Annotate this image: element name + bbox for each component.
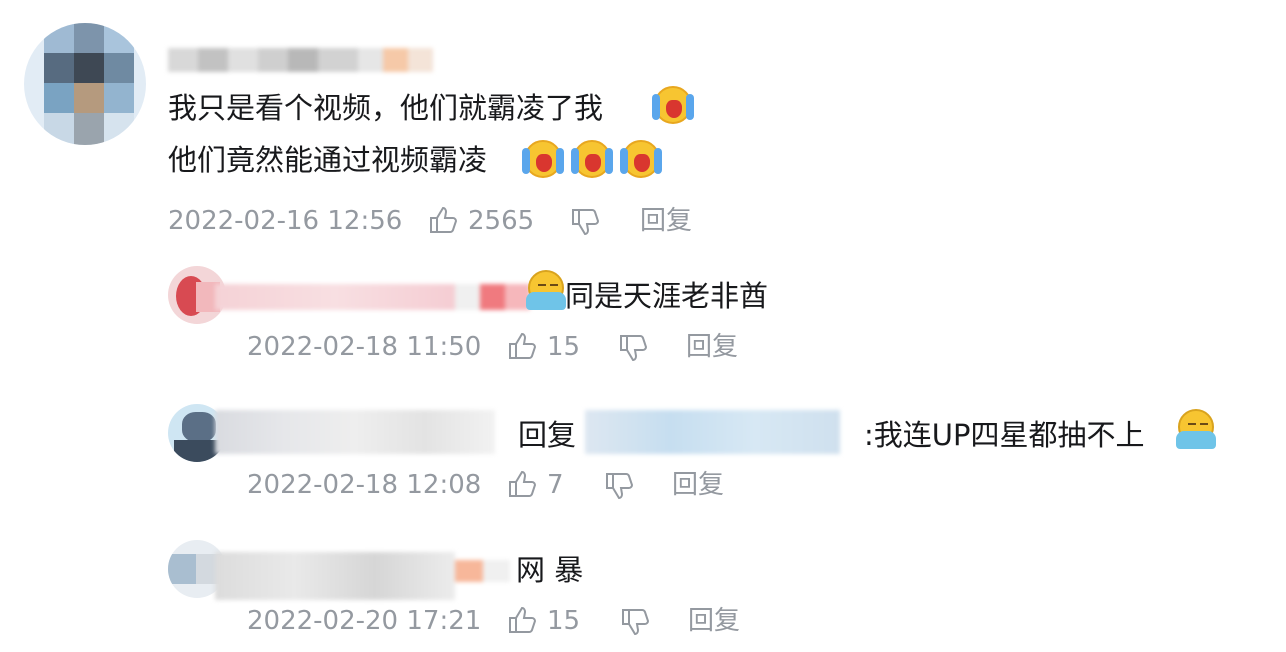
like-count: 7	[547, 470, 564, 500]
username-blurred[interactable]	[215, 552, 510, 600]
username-blurred[interactable]	[215, 284, 530, 310]
comment-time: 2022-02-20 17:21	[247, 606, 482, 636]
reply-prefix: 回复	[518, 418, 577, 452]
reply-button[interactable]: 回复	[688, 608, 740, 634]
comment-time: 2022-02-16 12:56	[168, 206, 403, 236]
comment-text: 同是天涯老非酋	[565, 279, 769, 313]
thumbs-up-icon[interactable]	[428, 206, 458, 234]
thumbs-up-icon[interactable]	[507, 332, 537, 360]
comment-text: :我连UP四星都抽不上	[864, 418, 1145, 452]
comment-time: 2022-02-18 12:08	[247, 470, 482, 500]
embarrassed-emoji-icon	[1176, 409, 1216, 449]
thumbs-down-icon[interactable]	[570, 208, 600, 236]
username-blurred[interactable]	[215, 410, 495, 454]
comment-time: 2022-02-18 11:50	[247, 332, 482, 362]
reply-button[interactable]: 回复	[640, 208, 692, 234]
reply-button[interactable]: 回复	[672, 472, 724, 498]
crying-emoji-icon	[522, 140, 564, 178]
crying-emoji-icon	[652, 86, 694, 124]
username-blurred[interactable]	[168, 48, 433, 72]
crying-emoji-icon	[620, 140, 662, 178]
comment-text: 网 暴	[516, 553, 584, 587]
thumbs-up-icon[interactable]	[507, 606, 537, 634]
embarrassed-emoji-icon	[526, 270, 566, 310]
thumbs-down-icon[interactable]	[604, 472, 634, 500]
reply-target-blurred[interactable]	[585, 410, 840, 454]
avatar[interactable]	[24, 23, 146, 145]
thumbs-up-icon[interactable]	[507, 470, 537, 498]
comment-text-line: 我只是看个视频，他们就霸凌了我	[168, 91, 604, 125]
reply-button[interactable]: 回复	[686, 334, 738, 360]
crying-emoji-icon	[571, 140, 613, 178]
thumbs-down-icon[interactable]	[620, 608, 650, 636]
like-count: 15	[547, 606, 581, 636]
like-count: 15	[547, 332, 581, 362]
thumbs-down-icon[interactable]	[618, 334, 648, 362]
like-count: 2565	[468, 206, 535, 236]
comment-text-line: 他们竟然能通过视频霸凌	[168, 143, 488, 177]
